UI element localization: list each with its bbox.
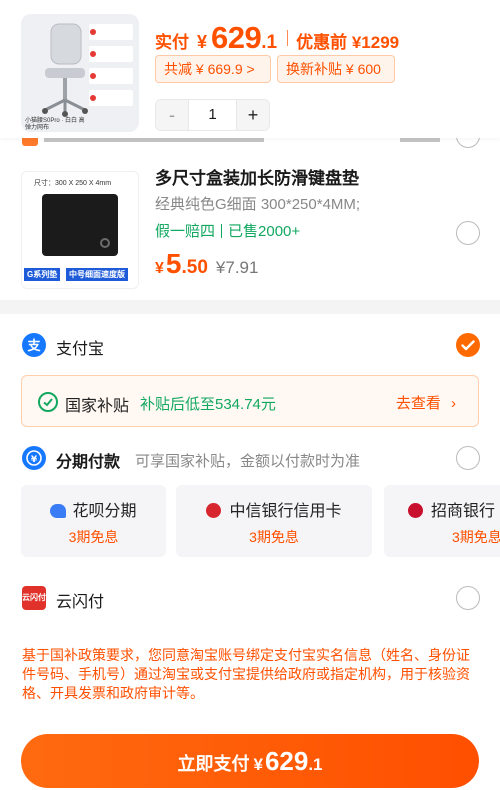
unionpay-radio[interactable] <box>456 586 480 610</box>
payment-installment-row[interactable]: ¥ 分期付款 可享国家补贴，金额以付款时为准 <box>0 438 500 478</box>
subsidy-title: 国家补贴 <box>65 398 130 415</box>
installment-options: 花呗分期 3期免息 中信银行信用卡 3期免息 招商银行 3期免息 <box>0 485 500 557</box>
installment-label: 分期付款 <box>56 454 121 471</box>
pad-badge-edition: 中号细面速度版 <box>66 268 128 281</box>
subsidy-icon <box>38 392 58 412</box>
installment-option-interest: 3期免息 <box>249 529 299 545</box>
installment-option-name: 花呗分期 <box>21 497 166 521</box>
alipay-icon: 支 <box>22 333 46 357</box>
subsidy-view-label: 去查看 <box>395 395 441 412</box>
cmb-bank-icon <box>408 503 423 518</box>
svg-text:¥: ¥ <box>31 455 38 465</box>
chevron-right-icon: › <box>451 395 456 412</box>
product-item: 尺寸：300 X 250 X 4mm G系列垫 中号细面速度版 多尺寸盒装加长防… <box>0 155 500 305</box>
section-divider <box>0 300 500 314</box>
pad-size-label: 尺寸：300 X 250 X 4mm <box>34 180 112 187</box>
actual-price-decimal: .1 <box>261 32 278 53</box>
unionpay-icon: 云闪付 <box>22 586 46 610</box>
subsidy-policy-notice: 基于国补政策要求，您同意淘宝账号绑定支付宝实名信息（姓名、身份证件号码、手机号）… <box>22 647 470 701</box>
installment-option-interest: 3期免息 <box>68 529 119 545</box>
total-discount-chip[interactable]: 共减 ¥ 669.9 > <box>155 55 271 83</box>
citic-bank-icon <box>206 503 222 518</box>
price-before-discount: 优惠前 ¥1299 <box>296 33 400 52</box>
product-price-integer: 5 <box>165 248 182 279</box>
quantity-value[interactable]: 1 <box>188 100 237 130</box>
installment-option-huabei[interactable]: 花呗分期 3期免息 <box>21 485 166 557</box>
pay-currency: ¥ <box>253 755 263 774</box>
installment-icon: ¥ <box>22 446 46 470</box>
payment-alipay-row[interactable]: 支 支付宝 <box>0 325 500 365</box>
currency-symbol: ¥ <box>197 32 208 52</box>
installment-option-name: 中信银行信用卡 <box>176 497 372 521</box>
product-image-caption: 小猫腰S0Pro · 白白 高弹力网布 <box>25 118 85 131</box>
installment-option-interest: 3期免息 <box>452 529 500 545</box>
alipay-selected-radio[interactable] <box>456 333 480 357</box>
alipay-label: 支付宝 <box>56 341 105 358</box>
price-separator <box>287 30 289 46</box>
product-currency: ¥ <box>155 260 164 277</box>
product-price: ¥ 5 .50 ¥7.91 <box>155 248 258 280</box>
svg-text:支: 支 <box>26 338 41 354</box>
huabei-icon <box>50 504 67 518</box>
installment-radio[interactable] <box>456 446 480 470</box>
installment-note: 可享国家补贴，金额以付款时为准 <box>135 453 361 470</box>
pay-now-button[interactable]: 立即支付 ¥ 629 .1 <box>21 734 479 788</box>
order-summary-header: 小猫腰S0Pro · 白白 高弹力网布 实付 ¥ 629 .1 优惠前 ¥129… <box>0 0 500 138</box>
decrease-quantity-button[interactable]: - <box>156 100 188 130</box>
subsidy-amount-text: 补贴后低至534.74元 <box>140 396 276 413</box>
actual-price: 实付 ¥ 629 .1 优惠前 ¥1299 <box>155 20 399 56</box>
pay-amount-integer: 629 <box>264 746 309 776</box>
product-tags: 假一赔四 已售2000+ <box>155 220 300 241</box>
pay-now-label: 立即支付 <box>177 754 250 774</box>
product-select-radio[interactable] <box>456 221 480 245</box>
increase-quantity-button[interactable]: + <box>237 100 269 130</box>
keyboard-pad-image[interactable]: 尺寸：300 X 250 X 4mm G系列垫 中号细面速度版 <box>21 171 139 289</box>
original-price: ¥7.91 <box>215 258 259 277</box>
subsidy-view-link[interactable]: 去查看 › <box>396 392 456 413</box>
actual-price-integer: 629 <box>211 20 262 55</box>
product-spec[interactable]: 经典纯色G细面 300*250*4MM; <box>155 193 360 214</box>
unionpay-label: 云闪付 <box>56 594 105 611</box>
tradein-subsidy-chip[interactable]: 换新补贴 ¥ 600 <box>277 55 395 83</box>
guarantee-tag: 假一赔四 <box>155 223 216 240</box>
product-price-decimal: .50 <box>181 257 208 278</box>
quantity-stepper: - 1 + <box>155 99 270 131</box>
installment-option-cmb[interactable]: 招商银行 3期免息 <box>384 485 500 557</box>
product-title[interactable]: 多尺寸盒装加长防滑键盘垫 <box>155 164 359 189</box>
actual-price-label: 实付 <box>155 33 189 52</box>
payment-unionpay-row[interactable]: 云闪付 云闪付 <box>0 578 500 618</box>
chair-product-image[interactable]: 小猫腰S0Pro · 白白 高弹力网布 <box>21 14 139 132</box>
mouse-pad-graphic <box>42 194 118 256</box>
sales-count-tag: 已售2000+ <box>228 223 301 240</box>
installment-option-citic[interactable]: 中信银行信用卡 3期免息 <box>176 485 372 557</box>
national-subsidy-banner[interactable]: 国家补贴 补贴后低至534.74元 去查看 › <box>21 375 479 427</box>
check-icon <box>461 340 475 351</box>
pay-amount-decimal: .1 <box>308 755 323 774</box>
tag-separator <box>221 223 223 238</box>
installment-option-name: 招商银行 <box>384 497 500 521</box>
pad-badge-series: G系列垫 <box>24 268 61 281</box>
